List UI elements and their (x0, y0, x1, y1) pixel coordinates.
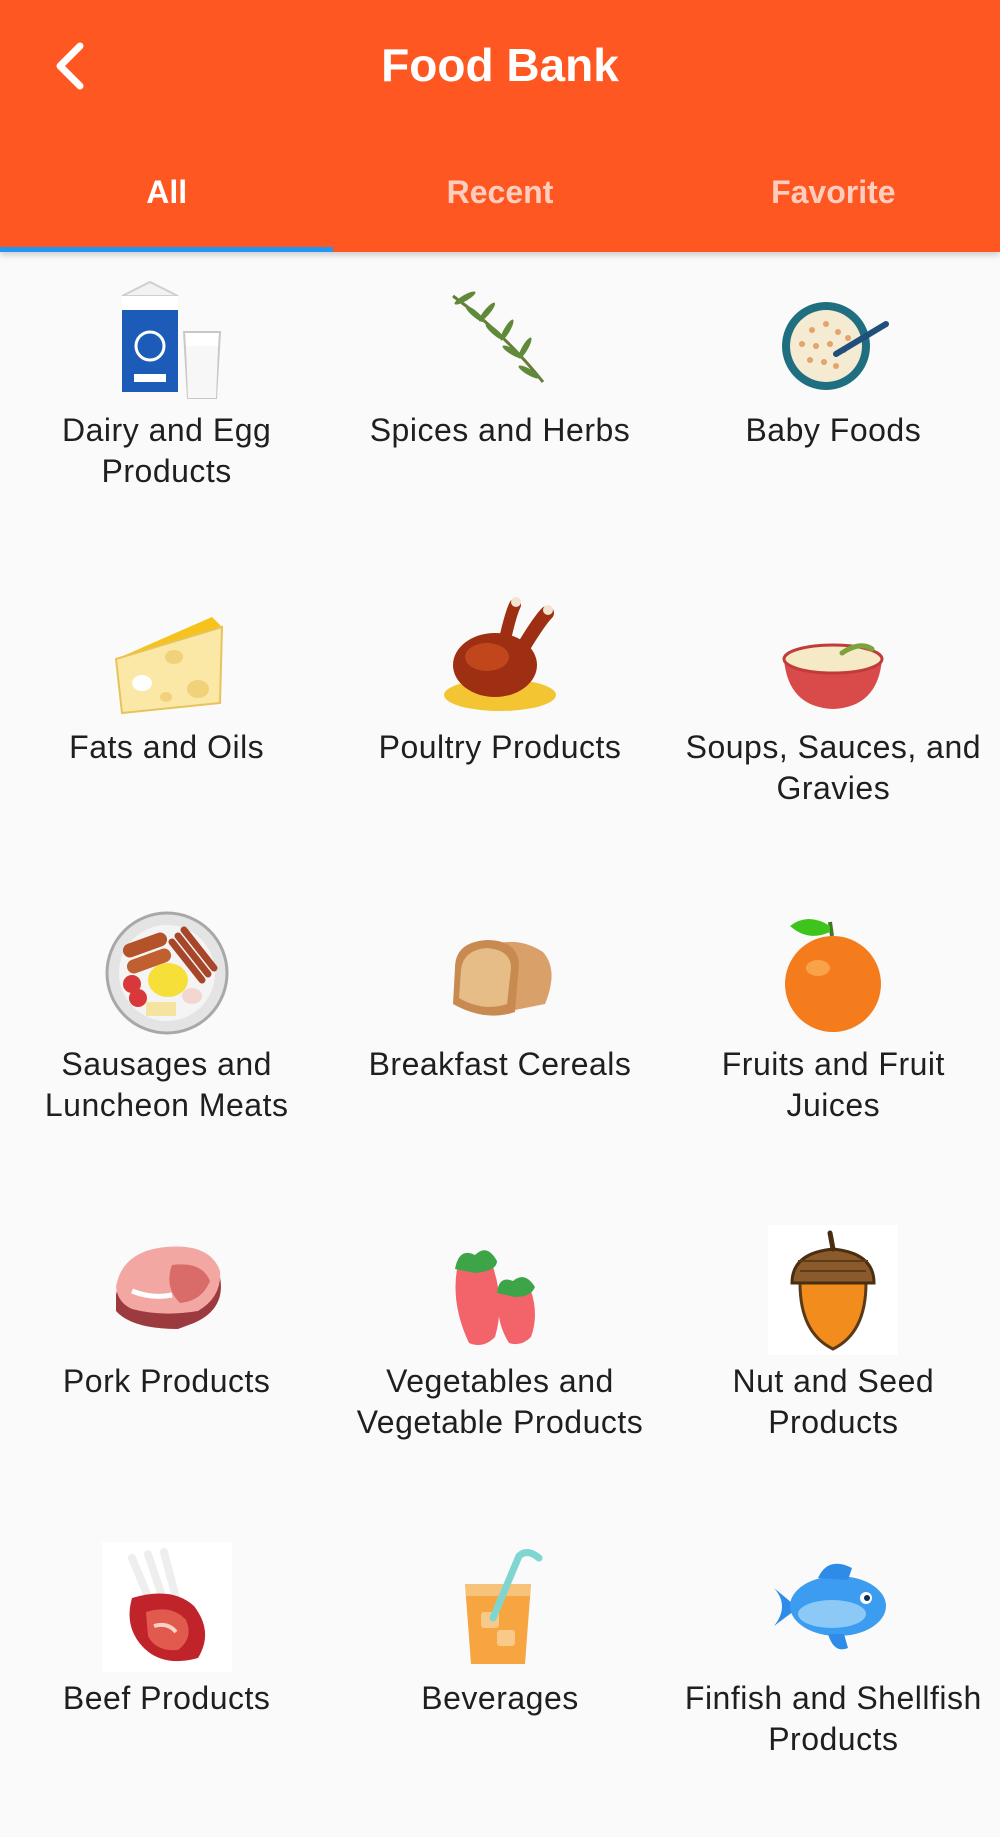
category-label: Finfish and Shellfish Products (684, 1680, 982, 1757)
tab-recent[interactable]: Recent (333, 150, 666, 252)
category-beef[interactable]: Beef Products (0, 1520, 333, 1837)
herb-sprig-icon (435, 274, 565, 404)
category-poultry[interactable]: Poultry Products (333, 569, 666, 886)
category-label: Soups, Sauces, and Gravies (685, 729, 982, 806)
milk-carton-icon (102, 274, 232, 404)
tab-favorite[interactable]: Favorite (667, 150, 1000, 252)
category-dairy-and-egg[interactable]: Dairy and Egg Products (0, 252, 333, 569)
category-baby-foods[interactable]: Baby Foods (667, 252, 1000, 569)
category-label: Beverages (421, 1680, 579, 1716)
category-finfish-shellfish[interactable]: Finfish and Shellfish Products (667, 1520, 1000, 1837)
orange-icon (768, 908, 898, 1038)
category-label: Fruits and Fruit Juices (721, 1046, 945, 1123)
category-label: Baby Foods (745, 412, 922, 448)
carrots-icon (435, 1225, 565, 1355)
beef-ribs-icon (101, 1542, 232, 1672)
page-title: Food Bank (381, 39, 619, 91)
cheese-icon (102, 591, 232, 721)
category-soups-sauces-gravies[interactable]: Soups, Sauces, and Gravies (667, 569, 1000, 886)
category-fruits-juices[interactable]: Fruits and Fruit Juices (667, 886, 1000, 1203)
acorn-icon (768, 1225, 899, 1355)
category-nut-and-seed[interactable]: Nut and Seed Products (667, 1203, 1000, 1520)
roast-chicken-icon (435, 591, 565, 721)
category-vegetables[interactable]: Vegetables and Vegetable Products (333, 1203, 666, 1520)
category-label: Spices and Herbs (369, 412, 631, 448)
category-beverages[interactable]: Beverages (333, 1520, 666, 1837)
category-label: Dairy and Egg Products (62, 412, 272, 489)
category-label: Poultry Products (378, 729, 622, 765)
category-label: Beef Products (62, 1680, 271, 1716)
tab-bar: All Recent Favorite (0, 150, 1000, 252)
category-label: Vegetables and Vegetable Products (356, 1363, 644, 1440)
category-breakfast-cereals[interactable]: Breakfast Cereals (333, 886, 666, 1203)
category-fats-and-oils[interactable]: Fats and Oils (0, 569, 333, 886)
category-label: Nut and Seed Products (732, 1363, 935, 1440)
bread-slices-icon (435, 908, 565, 1038)
app-bar: Food Bank All Recent Favorite (0, 0, 1000, 252)
category-label: Pork Products (62, 1363, 271, 1399)
category-label: Breakfast Cereals (368, 1046, 632, 1082)
breakfast-plate-icon (102, 908, 232, 1038)
fish-icon (768, 1542, 898, 1672)
category-sausages-luncheon-meats[interactable]: Sausages and Luncheon Meats (0, 886, 333, 1203)
soup-bowl-icon (768, 591, 898, 721)
tab-all[interactable]: All (0, 150, 334, 252)
category-label: Fats and Oils (69, 729, 265, 765)
category-label: Sausages and Luncheon Meats (44, 1046, 289, 1123)
category-spices-and-herbs[interactable]: Spices and Herbs (333, 252, 666, 569)
cereal-bowl-icon (768, 274, 898, 404)
category-grid: Dairy and Egg Products Spices and Herbs (0, 252, 1000, 1837)
juice-glass-icon (435, 1542, 565, 1672)
pork-chop-icon (102, 1225, 232, 1355)
category-pork[interactable]: Pork Products (0, 1203, 333, 1520)
